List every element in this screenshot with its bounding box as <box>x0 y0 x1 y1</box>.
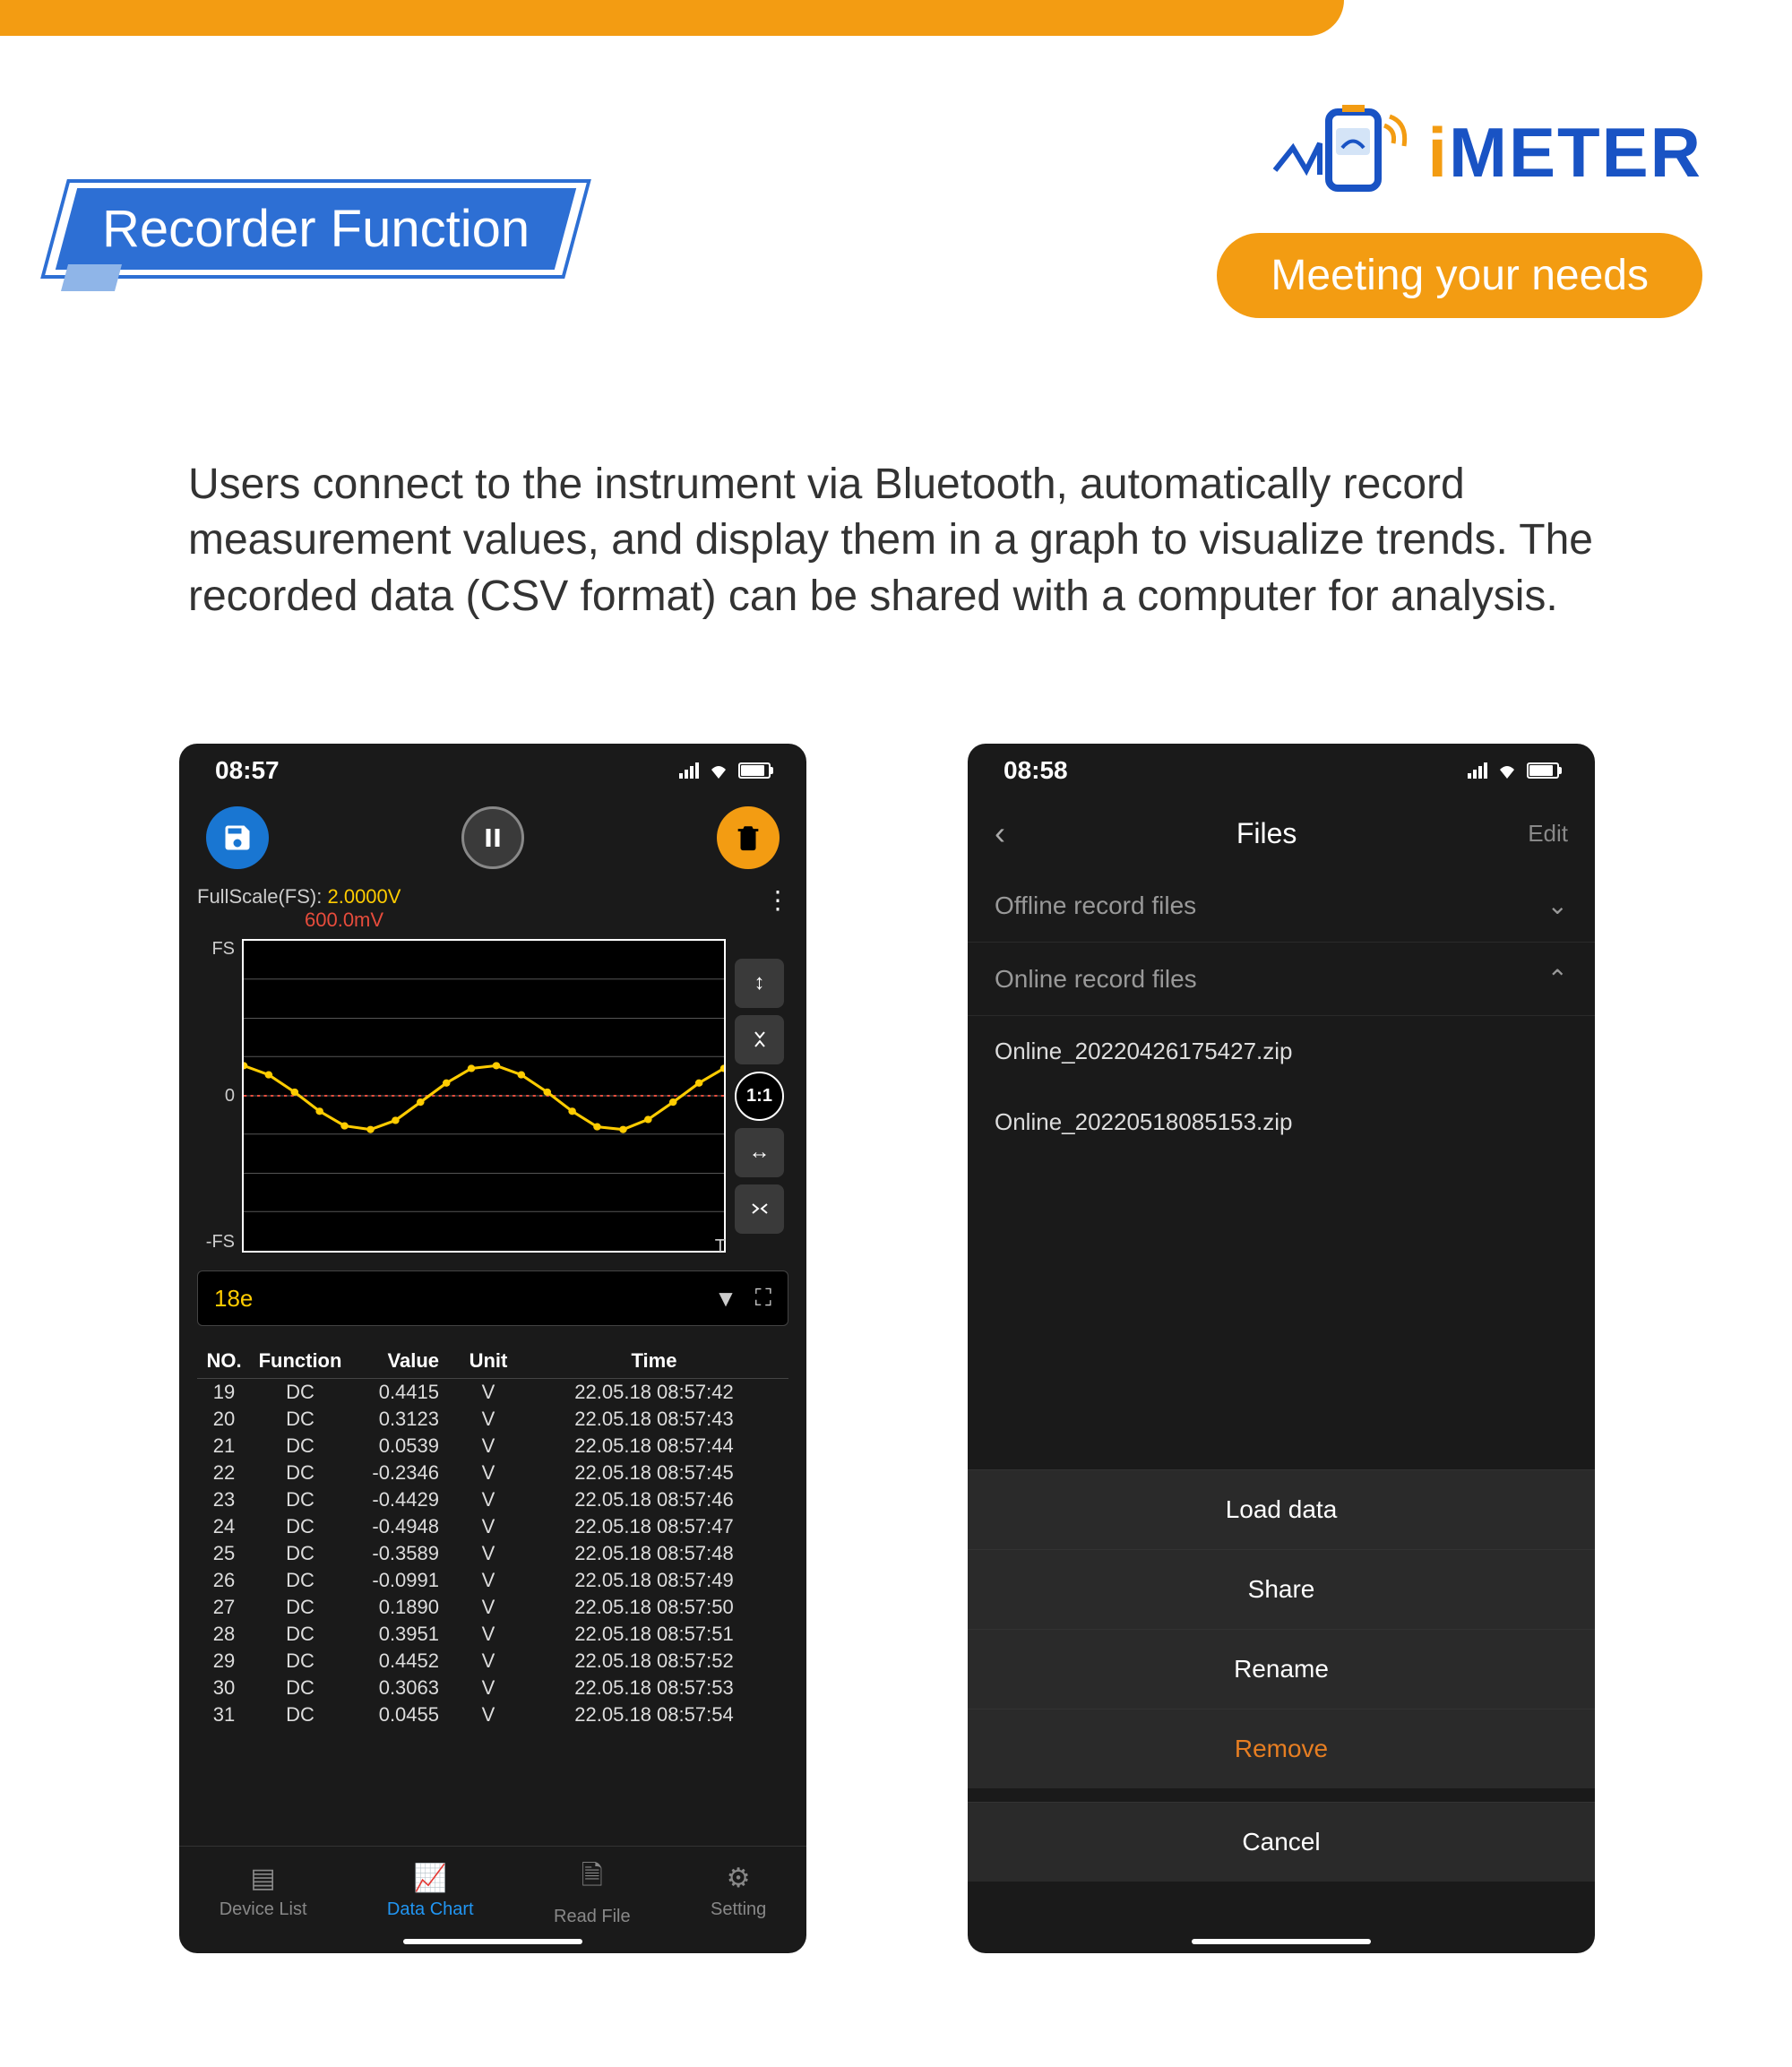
axis-zero-label: 0 <box>197 1086 235 1107</box>
chevron-up-icon: ⌃ <box>1547 964 1568 994</box>
status-time: 08:57 <box>215 756 280 785</box>
zoom-in-y-button[interactable] <box>735 1015 784 1064</box>
table-row[interactable]: 21DC0.0539V22.05.18 08:57:44 <box>197 1433 788 1460</box>
channel-selector[interactable]: 18e ▼⛶ <box>197 1270 788 1326</box>
back-button[interactable]: ‹ <box>995 814 1005 852</box>
load-data-button[interactable]: Load data <box>968 1469 1595 1549</box>
rename-button[interactable]: Rename <box>968 1629 1595 1709</box>
banner-accent <box>61 264 122 291</box>
phone-data-chart: 08:57 FullScale(FS): 2.0000V 600.0mV ⋮ F… <box>179 744 806 1953</box>
action-sheet: Load data Share Rename Remove Cancel <box>968 1469 1595 1882</box>
brand-name: iMETER <box>1427 112 1702 194</box>
table-row[interactable]: 26DC-0.0991V22.05.18 08:57:49 <box>197 1567 788 1594</box>
table-row[interactable]: 19DC0.4415V22.05.18 08:57:42 <box>197 1379 788 1406</box>
battery-icon <box>1527 762 1559 779</box>
pause-button[interactable] <box>461 806 524 869</box>
home-indicator[interactable] <box>1192 1939 1371 1944</box>
chart-icon: 📈 <box>414 1863 447 1894</box>
table-row[interactable]: 25DC-0.3589V22.05.18 08:57:48 <box>197 1540 788 1567</box>
fullscale-value-1: 2.0000V <box>327 885 401 908</box>
table-row[interactable]: 20DC0.3123V22.05.18 08:57:43 <box>197 1406 788 1433</box>
recording-toolbar <box>179 797 806 878</box>
section-title: Recorder Function <box>102 199 530 259</box>
zoom-in-x-button[interactable] <box>735 1184 784 1234</box>
axis-neg-fs-label: -FS <box>197 1232 235 1253</box>
table-row[interactable]: 31DC0.0455V22.05.18 08:57:54 <box>197 1701 788 1728</box>
online-files-section[interactable]: Online record files ⌃ <box>968 943 1595 1016</box>
status-time: 08:58 <box>1004 756 1068 785</box>
delete-button[interactable] <box>717 806 780 869</box>
zoom-out-y-button[interactable]: ↕ <box>735 959 784 1008</box>
table-row[interactable]: 28DC0.3951V22.05.18 08:57:51 <box>197 1621 788 1648</box>
nav-read-file[interactable]: 🗎Read File <box>554 1856 631 1927</box>
cancel-button[interactable]: Cancel <box>968 1802 1595 1882</box>
wifi-icon <box>1496 762 1518 779</box>
fullscale-value-2: 600.0mV <box>305 909 401 932</box>
table-row[interactable]: 27DC0.1890V22.05.18 08:57:50 <box>197 1594 788 1621</box>
axis-t-label: T <box>715 1236 726 1257</box>
file-item[interactable]: Online_20220426175427.zip <box>968 1016 1595 1087</box>
section-title-banner: Recorder Function <box>54 179 578 279</box>
data-table: NO. Function Value Unit Time 19DC0.4415V… <box>179 1344 806 1728</box>
col-function: Function <box>251 1349 349 1373</box>
col-value: Value <box>349 1349 457 1373</box>
fullscreen-icon[interactable]: ⛶ <box>755 1284 771 1313</box>
nav-setting[interactable]: ⚙Setting <box>711 1863 766 1920</box>
chevron-down-icon: ▼ <box>714 1285 737 1313</box>
page-top-accent <box>0 0 1344 36</box>
col-no: NO. <box>197 1349 251 1373</box>
edit-button[interactable]: Edit <box>1528 820 1568 848</box>
meter-device-icon <box>1266 94 1409 211</box>
signal-icon <box>679 762 699 779</box>
files-title: Files <box>1236 817 1297 850</box>
fullscale-label: FullScale(FS): <box>197 885 322 908</box>
table-row[interactable]: 24DC-0.4948V22.05.18 08:57:47 <box>197 1513 788 1540</box>
file-icon: 🗎 <box>582 1856 603 1901</box>
chevron-down-icon: ⌄ <box>1547 891 1568 920</box>
gear-icon: ⚙ <box>727 1863 751 1894</box>
offline-files-section[interactable]: Offline record files ⌄ <box>968 869 1595 943</box>
phone-files: 08:58 ‹ Files Edit Offline record files … <box>968 744 1595 1953</box>
axis-fs-label: FS <box>197 939 235 960</box>
home-indicator[interactable] <box>403 1939 582 1944</box>
bottom-nav: ▤Device List 📈Data Chart 🗎Read File ⚙Set… <box>179 1846 806 1953</box>
brand-logo: iMETER <box>1266 94 1702 211</box>
battery-icon <box>738 762 771 779</box>
nav-device-list[interactable]: ▤Device List <box>220 1863 307 1920</box>
save-button[interactable] <box>206 806 269 869</box>
signal-icon <box>1468 762 1487 779</box>
remove-button[interactable]: Remove <box>968 1709 1595 1788</box>
files-header: ‹ Files Edit <box>968 797 1595 869</box>
col-time: Time <box>520 1349 788 1373</box>
list-icon: ▤ <box>250 1863 275 1894</box>
ratio-1-1-button[interactable]: 1:1 <box>735 1072 784 1121</box>
feature-description: Users connect to the instrument via Blue… <box>188 457 1631 624</box>
nav-data-chart[interactable]: 📈Data Chart <box>387 1863 474 1920</box>
table-row[interactable]: 30DC0.3063V22.05.18 08:57:53 <box>197 1675 788 1701</box>
chart-plot[interactable] <box>242 939 726 1253</box>
more-menu-icon[interactable]: ⋮ <box>765 885 788 915</box>
brand-tagline: Meeting your needs <box>1217 233 1702 318</box>
table-row[interactable]: 22DC-0.2346V22.05.18 08:57:45 <box>197 1460 788 1486</box>
wifi-icon <box>708 762 729 779</box>
col-unit: Unit <box>457 1349 520 1373</box>
status-bar: 08:58 <box>968 744 1595 797</box>
zoom-out-x-button[interactable]: ↔ <box>735 1128 784 1177</box>
share-button[interactable]: Share <box>968 1549 1595 1629</box>
table-row[interactable]: 29DC0.4452V22.05.18 08:57:52 <box>197 1648 788 1675</box>
status-bar: 08:57 <box>179 744 806 797</box>
table-row[interactable]: 23DC-0.4429V22.05.18 08:57:46 <box>197 1486 788 1513</box>
file-item[interactable]: Online_20220518085153.zip <box>968 1087 1595 1158</box>
